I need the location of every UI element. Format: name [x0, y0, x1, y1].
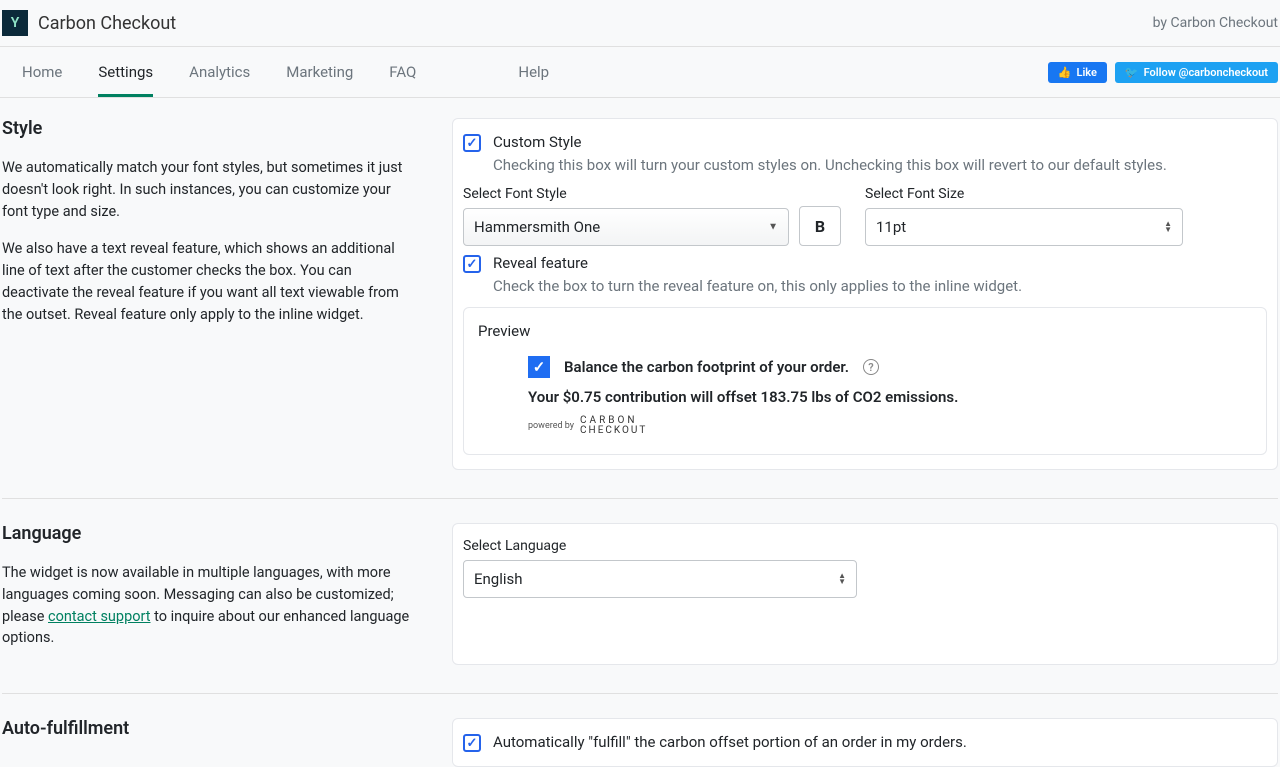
byline: by Carbon Checkout — [1153, 15, 1278, 31]
header-left: Y Carbon Checkout — [2, 10, 176, 36]
style-left: Style We automatically match your font s… — [2, 118, 412, 470]
size-group: Select Font Size 11pt ▲▼ — [865, 186, 1183, 246]
nav-social: 👍 Like 🐦 Follow @carboncheckout — [1048, 62, 1278, 83]
font-row: Select Font Style Hammersmith One ▼ B Se… — [463, 186, 1267, 246]
auto-title: Auto-fulfillment — [2, 718, 412, 739]
preview-line1-row: ✓ Balance the carbon footprint of your o… — [528, 356, 1252, 378]
style-title: Style — [2, 118, 412, 139]
reveal-row: ✓ Reveal feature — [463, 254, 1267, 273]
language-title: Language — [2, 523, 412, 544]
section-auto-fulfillment: Auto-fulfillment ✓ Automatically "fulfil… — [2, 718, 1278, 767]
powered-by-label: powered by — [528, 421, 574, 431]
language-desc: The widget is now available in multiple … — [2, 562, 412, 649]
custom-style-label: Custom Style — [493, 133, 581, 151]
stepper-icon: ▲▼ — [838, 573, 846, 585]
language-left: Language The widget is now available in … — [2, 523, 412, 665]
bold-button[interactable]: B — [799, 206, 841, 246]
stepper-icon: ▲▼ — [1164, 221, 1172, 233]
custom-style-checkbox[interactable]: ✓ — [463, 134, 481, 152]
language-select[interactable]: English ▲▼ — [463, 560, 857, 598]
style-right: ✓ Custom Style Checking this box will tu… — [452, 118, 1278, 470]
app-icon: Y — [2, 10, 28, 36]
section-style: Style We automatically match your font s… — [2, 118, 1278, 499]
contact-support-link[interactable]: contact support — [48, 608, 150, 625]
preview-line1: Balance the carbon footprint of your ord… — [564, 358, 849, 376]
tab-faq[interactable]: FAQ — [389, 47, 416, 97]
nav-tabs: Home Settings Analytics Marketing FAQ He… — [22, 47, 549, 97]
fb-like-button[interactable]: 👍 Like — [1048, 62, 1107, 83]
font-label: Select Font Style — [463, 186, 789, 202]
font-group: Select Font Style Hammersmith One ▼ — [463, 186, 789, 246]
auto-checkbox[interactable]: ✓ — [463, 734, 481, 752]
fb-like-label: Like — [1077, 66, 1097, 79]
preview-inner: ✓ Balance the carbon footprint of your o… — [478, 356, 1252, 436]
twitter-label: Follow @carboncheckout — [1144, 66, 1268, 79]
reveal-checkbox[interactable]: ✓ — [463, 255, 481, 273]
powered-by: powered by CARBON CHECKOUT — [528, 416, 1252, 436]
preview-label: Preview — [478, 322, 1252, 340]
auto-right: ✓ Automatically "fulfill" the carbon off… — [452, 718, 1278, 767]
preview-checkbox[interactable]: ✓ — [528, 356, 550, 378]
size-label: Select Font Size — [865, 186, 1183, 202]
tab-settings[interactable]: Settings — [98, 47, 153, 97]
twitter-icon: 🐦 — [1125, 66, 1139, 79]
tab-help[interactable]: Help — [518, 47, 549, 97]
language-select-label: Select Language — [463, 538, 1267, 554]
app-header: Y Carbon Checkout by Carbon Checkout — [0, 0, 1280, 47]
custom-style-row: ✓ Custom Style — [463, 133, 1267, 152]
auto-row: ✓ Automatically "fulfill" the carbon off… — [463, 733, 1267, 752]
language-value: English — [474, 570, 523, 588]
preview-line2: Your $0.75 contribution will offset 183.… — [528, 388, 1252, 406]
app-title: Carbon Checkout — [38, 13, 176, 34]
style-desc2: We also have a text reveal feature, whic… — [2, 238, 412, 325]
tab-analytics[interactable]: Analytics — [189, 47, 250, 97]
font-select[interactable]: Hammersmith One ▼ — [463, 208, 789, 246]
nav-bar: Home Settings Analytics Marketing FAQ He… — [0, 47, 1280, 98]
tab-marketing[interactable]: Marketing — [286, 47, 353, 97]
carbon-checkout-logo: CARBON CHECKOUT — [580, 416, 647, 436]
cc-logo-line2: CHECKOUT — [580, 426, 647, 436]
help-icon[interactable]: ? — [863, 359, 879, 375]
language-right: Select Language English ▲▼ — [452, 523, 1278, 665]
size-select[interactable]: 11pt ▲▼ — [865, 208, 1183, 246]
thumb-up-icon: 👍 — [1058, 66, 1072, 79]
language-group: Select Language English ▲▼ — [463, 538, 1267, 598]
section-language: Language The widget is now available in … — [2, 523, 1278, 694]
reveal-label: Reveal feature — [493, 254, 588, 272]
custom-style-desc: Checking this box will turn your custom … — [493, 156, 1267, 174]
preview-card: Preview ✓ Balance the carbon footprint o… — [463, 307, 1267, 455]
reveal-desc: Check the box to turn the reveal feature… — [493, 277, 1267, 295]
auto-label: Automatically "fulfill" the carbon offse… — [493, 733, 967, 751]
font-value: Hammersmith One — [474, 218, 600, 236]
twitter-follow-button[interactable]: 🐦 Follow @carboncheckout — [1115, 62, 1278, 83]
size-value: 11pt — [876, 218, 906, 236]
content: Style We automatically match your font s… — [0, 98, 1280, 767]
style-desc1: We automatically match your font styles,… — [2, 157, 412, 222]
chevron-down-icon: ▼ — [768, 222, 778, 233]
auto-left: Auto-fulfillment — [2, 718, 412, 767]
tab-home[interactable]: Home — [22, 47, 62, 97]
